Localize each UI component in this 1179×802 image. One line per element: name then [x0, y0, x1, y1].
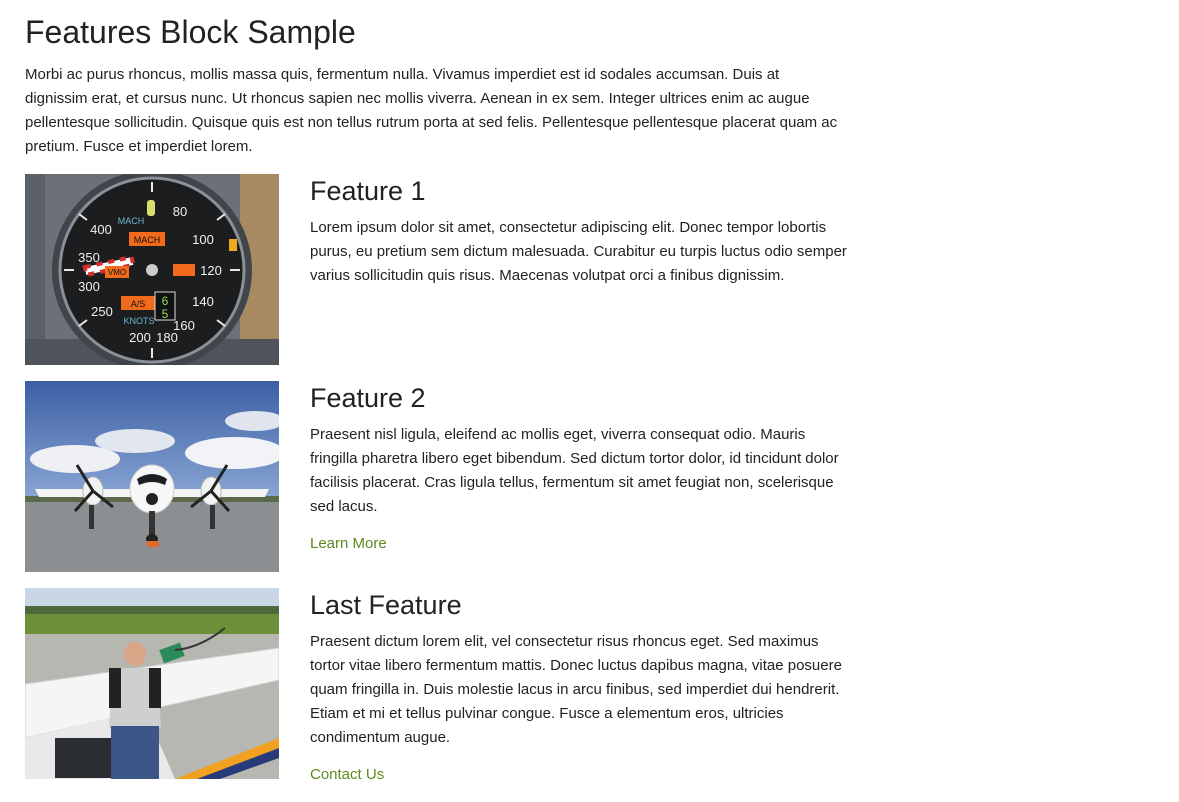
gauge-number: 100 — [192, 232, 214, 247]
features-page: Features Block Sample Morbi ac purus rho… — [0, 0, 1179, 802]
gauge-label: 6 — [162, 294, 169, 308]
feature-3-body: Last Feature Praesent dictum lorem elit,… — [310, 588, 855, 784]
airspeed-indicator-photo: 80 100 120 140 160 180 200 250 300 350 4… — [25, 174, 279, 365]
learn-more-link[interactable]: Learn More — [310, 535, 387, 552]
gauge-label: 5 — [162, 307, 169, 321]
feature-description: Lorem ipsum dolor sit amet, consectetur … — [310, 219, 847, 284]
gauge-number: 180 — [156, 330, 178, 345]
gauge-number: 120 — [200, 263, 222, 278]
gauge-number: 250 — [91, 304, 113, 319]
gauge-number: 300 — [78, 279, 100, 294]
intro-paragraph: Morbi ac purus rhoncus, mollis massa qui… — [25, 66, 838, 155]
gauge-label: A/S — [131, 299, 146, 309]
contact-us-link[interactable]: Contact Us — [310, 766, 384, 783]
feature-title: Feature 2 — [310, 383, 426, 413]
gauge-label: MACH — [118, 216, 145, 226]
feature-2-body: Feature 2 Praesent nisl ligula, eleifend… — [310, 381, 855, 553]
refueling-plane-photo — [25, 588, 279, 779]
gauge-number: 140 — [192, 294, 214, 309]
feature-1-body: Feature 1 Lorem ipsum dolor sit amet, co… — [310, 174, 855, 288]
page-title: Features Block Sample — [25, 14, 356, 50]
feature-description: Praesent nisl ligula, eleifend ac mollis… — [310, 426, 839, 515]
gauge-label: KNOTS — [123, 316, 154, 326]
gauge-number: 80 — [173, 204, 187, 219]
gauge-number: 400 — [90, 222, 112, 237]
feature-title: Last Feature — [310, 590, 462, 620]
gauge-label: VMO — [108, 268, 126, 277]
twin-prop-airplane-photo — [25, 381, 279, 572]
gauge-number: 200 — [129, 330, 151, 345]
feature-description: Praesent dictum lorem elit, vel consecte… — [310, 633, 842, 746]
feature-title: Feature 1 — [310, 176, 426, 206]
gauge-label: MACH — [134, 235, 161, 245]
